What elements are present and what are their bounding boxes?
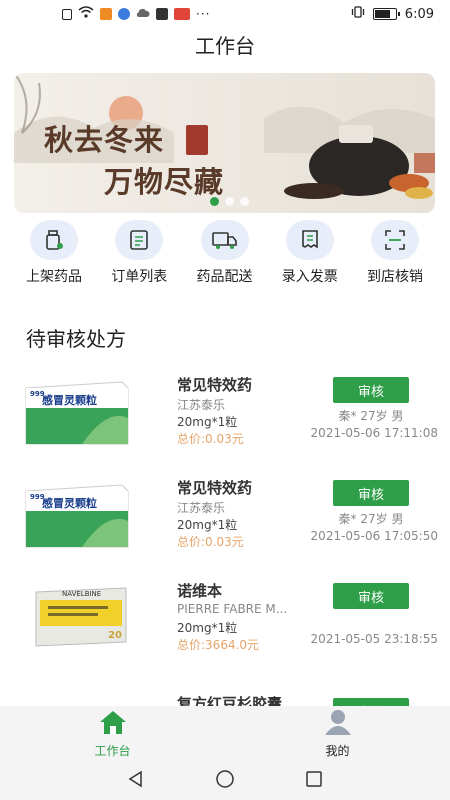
quick-action-list-medicine[interactable]: 上架药品 (14, 220, 94, 286)
cloud-icon (136, 7, 150, 22)
notification-icons: ··· (62, 6, 210, 22)
box-name-text: 感冒灵颗粒 (42, 496, 97, 510)
product-image: 999 感冒灵颗粒 (25, 381, 129, 445)
quick-actions: 上架药品 订单列表 药品配送 录入发票 到店核销 (14, 220, 435, 286)
carousel-dot-3[interactable] (240, 197, 249, 206)
manufacturer: PIERRE FABRE M... (177, 602, 288, 616)
wifi-icon (78, 6, 94, 22)
vibrate-icon (351, 6, 365, 22)
home-icon (98, 709, 128, 739)
red-app-icon (174, 8, 190, 20)
quick-action-store-verify[interactable]: 到店核销 (355, 220, 435, 286)
quick-action-label: 订单列表 (111, 269, 168, 285)
medicine-name: 常见特效药 (177, 479, 253, 497)
specification: 20mg*1粒 (177, 518, 238, 532)
quick-action-label: 到店核销 (367, 269, 423, 285)
info-app-icon (156, 8, 168, 20)
specification: 20mg*1粒 (177, 621, 238, 635)
browser-app-icon (118, 8, 130, 20)
banner-headline-1: 秋去冬来 (44, 123, 165, 157)
total-price: 总价:0.03元 (177, 432, 244, 446)
invoice-icon (285, 220, 334, 260)
promo-banner[interactable]: 秋去冬来 万物尽藏 (14, 73, 435, 213)
battery-icon (372, 8, 400, 20)
review-button[interactable]: 审核 (333, 480, 409, 506)
patient-info: 秦* 27岁 男 (338, 409, 404, 423)
total-price: 总价:0.03元 (177, 535, 244, 549)
system-navigation-bar (0, 762, 450, 800)
scan-icon (371, 220, 419, 260)
video-app-icon (100, 8, 112, 20)
home-circle-icon[interactable] (215, 769, 235, 793)
tab-label: 工作台 (94, 744, 131, 758)
quick-action-label: 上架药品 (26, 269, 82, 285)
page-title: 工作台 (195, 34, 255, 58)
quick-action-label: 录入发票 (281, 269, 338, 285)
manufacturer: 江苏泰乐 (177, 501, 226, 515)
patient-info: 秦* 27岁 男 (338, 512, 404, 526)
more-icon: ··· (196, 7, 211, 21)
carousel-dots[interactable] (210, 197, 249, 206)
quick-action-label: 药品配送 (196, 269, 253, 285)
order-list-icon (115, 220, 164, 260)
box-dose-mark: 20 (108, 630, 122, 641)
product-image: NAVELBINE 20 (35, 587, 127, 647)
recents-icon[interactable] (305, 770, 323, 792)
delivery-truck-icon (200, 220, 249, 260)
total-price: 总价:3664.0元 (177, 638, 260, 652)
carousel-dot-1[interactable] (210, 197, 219, 206)
timestamp: 2021-05-06 17:11:08 (310, 426, 438, 440)
status-bar: ··· 6:09 (0, 0, 450, 28)
prescription-item[interactable]: 999 感冒灵颗粒 常见特效药 江苏泰乐 20mg*1粒 总价:0.03元 审核… (0, 463, 450, 566)
medicine-bottle-icon (30, 220, 78, 260)
medicine-name: 诺维本 (177, 582, 223, 600)
timestamp: 2021-05-06 17:05:50 (310, 529, 438, 543)
banner-headline-2: 万物尽藏 (104, 165, 225, 199)
tab-label: 我的 (325, 744, 350, 758)
system-indicators: 6:09 (351, 6, 434, 22)
manufacturer: 江苏泰乐 (177, 398, 226, 412)
quick-action-invoice[interactable]: 录入发票 (270, 220, 350, 286)
carousel-dot-2[interactable] (225, 197, 234, 206)
review-button[interactable]: 审核 (333, 583, 409, 609)
back-icon[interactable] (127, 770, 145, 792)
box-brand-text: NAVELBINE (62, 590, 101, 598)
prescription-item[interactable]: NAVELBINE 20 诺维本 PIERRE FABRE M... 20mg*… (0, 566, 450, 669)
specification: 20mg*1粒 (177, 415, 238, 429)
user-icon (323, 709, 353, 739)
bottom-tab-bar: 工作台 我的 (0, 706, 450, 762)
quick-action-delivery[interactable]: 药品配送 (185, 220, 265, 286)
section-title: 待审核处方 (26, 327, 126, 351)
review-button[interactable]: 审核 (333, 377, 409, 403)
product-image: 999 感冒灵颗粒 (25, 484, 129, 548)
tab-workbench[interactable]: 工作台 (0, 706, 225, 762)
alert-icon (62, 8, 72, 20)
status-time: 6:09 (404, 6, 434, 22)
medicine-name: 常见特效药 (177, 376, 253, 394)
prescription-item[interactable]: 999 感冒灵颗粒 常见特效药 江苏泰乐 20mg*1粒 总价:0.03元 审核… (0, 360, 450, 463)
timestamp: 2021-05-05 23:18:55 (310, 632, 438, 646)
box-name-text: 感冒灵颗粒 (42, 393, 97, 407)
quick-action-order-list[interactable]: 订单列表 (99, 220, 179, 286)
tab-mine[interactable]: 我的 (225, 706, 450, 762)
